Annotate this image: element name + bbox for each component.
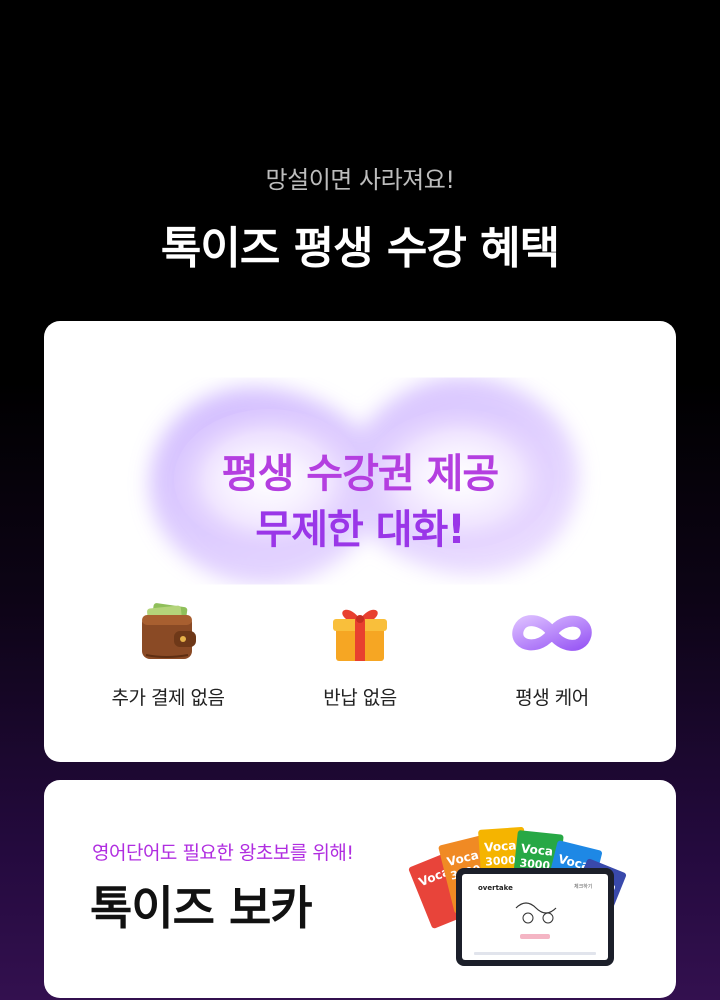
feature-label: 반납 없음 [323, 687, 397, 709]
infinity-icon [512, 615, 592, 651]
voca-subtitle: 영어단어도 필요한 왕초보를 위해! [92, 842, 354, 864]
feature-label: 추가 결제 없음 [111, 687, 225, 709]
talkeasy-voca-card[interactable]: 영어단어도 필요한 왕초보를 위해! 톡이즈 보카 Voca Voca 3000… [44, 780, 676, 998]
feature-no-return: 반납 없음 [270, 601, 450, 710]
tablet-device: overtake 체크하기 [456, 868, 614, 966]
voca-books-illustration: Voca Voca 3000 Voca 3000 Voca 3000 Voca … [408, 826, 627, 966]
benefit-headline-line1: 평생 수강권 제공 [221, 451, 499, 497]
svg-text:3000: 3000 [485, 853, 517, 868]
page-title: 톡이즈 평생 수강 혜택 [160, 223, 560, 274]
page-subtitle: 망설이면 사라져요! [265, 166, 455, 194]
benefit-headline-line2: 무제한 대화! [255, 507, 465, 553]
wallet-icon [142, 603, 196, 659]
voca-title: 톡이즈 보카 [90, 881, 313, 935]
feature-label: 평생 케어 [515, 687, 589, 709]
lifetime-benefit-card: 평생 수강권 제공 무제한 대화! 추가 결제 없음 반납 없음 평생 케어 [44, 321, 676, 762]
svg-text:overtake: overtake [478, 884, 513, 892]
feature-no-extra-payment: 추가 결제 없음 [78, 601, 258, 710]
svg-text:체크하기: 체크하기 [574, 883, 592, 890]
svg-text:Voca: Voca [484, 838, 517, 854]
feature-lifetime-care: 평생 케어 [462, 601, 642, 710]
gift-icon [333, 609, 387, 661]
